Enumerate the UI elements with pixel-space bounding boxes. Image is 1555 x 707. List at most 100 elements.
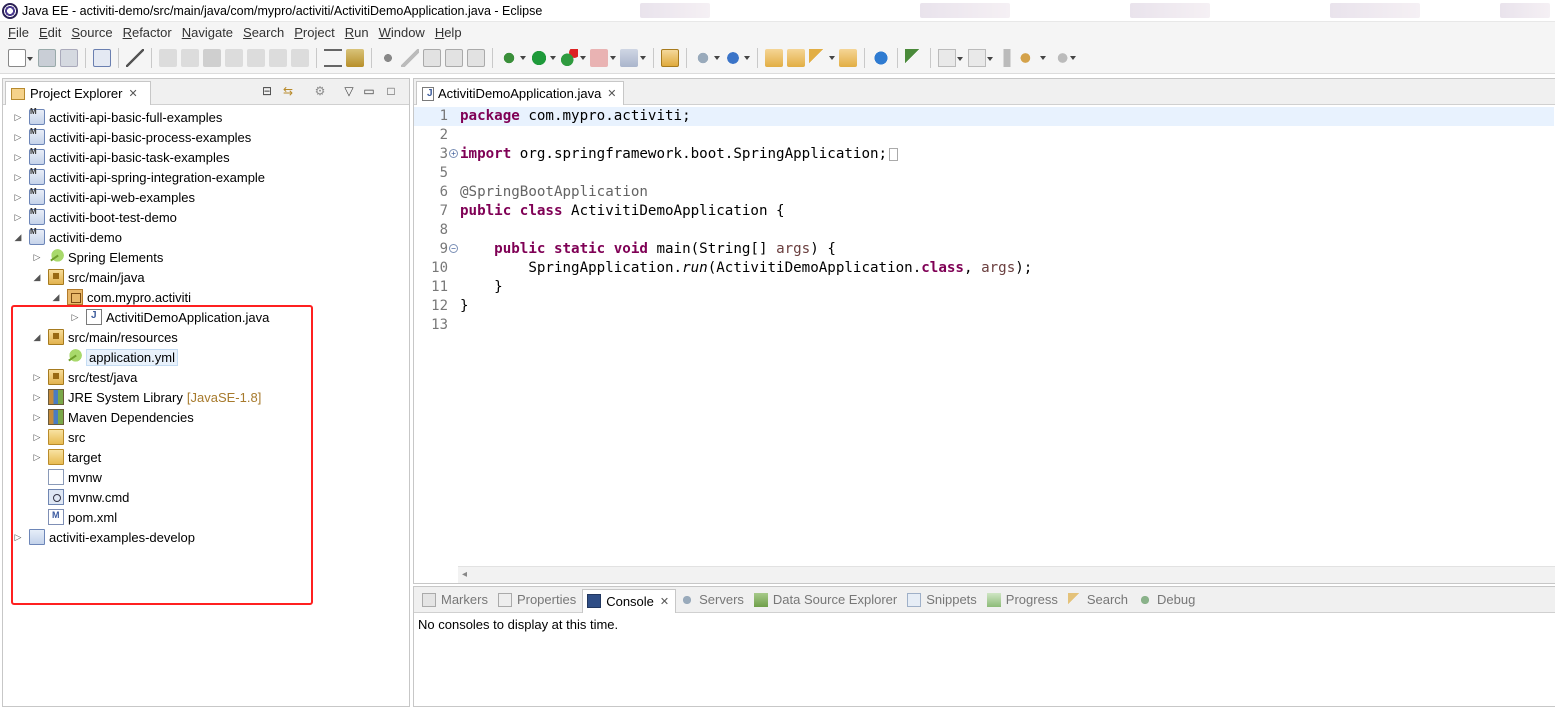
tab-editor-file[interactable]: ActivitiDemoApplication.java ✕ xyxy=(416,81,624,105)
use-step-filters-icon[interactable] xyxy=(346,48,364,67)
last-edit-icon[interactable] xyxy=(998,48,1016,67)
tree-item[interactable]: ▷activiti-boot-test-demo xyxy=(3,207,409,227)
globe-icon[interactable] xyxy=(872,48,890,67)
code-line: 10 SpringApplication.run(ActivitiDemoApp… xyxy=(431,260,1033,276)
run-external-icon[interactable] xyxy=(560,48,586,67)
collapse-arrow-icon[interactable]: ◢ xyxy=(32,272,42,282)
tab-markers[interactable]: Markers xyxy=(418,588,494,612)
maximize-icon[interactable]: □ xyxy=(384,84,398,98)
tree-item[interactable]: ◢ com.mypro.activiti xyxy=(3,287,409,307)
coverage-icon[interactable] xyxy=(620,48,646,67)
tree-item[interactable]: ◢activiti-demo xyxy=(3,227,409,247)
collapse-arrow-icon[interactable]: ◢ xyxy=(51,292,61,302)
code-area[interactable]: 1 package com.mypro.activiti; 2 3 + import … xyxy=(414,107,1554,335)
step-return-icon[interactable] xyxy=(291,48,309,67)
tree-item[interactable]: ▷activiti-api-spring-integration-example xyxy=(3,167,409,187)
open-type-icon[interactable] xyxy=(765,48,783,67)
code-line: 11 } xyxy=(431,279,503,295)
scroll-left-icon[interactable]: ◂ xyxy=(462,569,467,580)
expand-arrow-icon[interactable]: ▷ xyxy=(13,112,23,122)
terminate-icon[interactable] xyxy=(203,48,221,67)
stop-icon[interactable] xyxy=(590,48,616,67)
tab-search[interactable]: Search xyxy=(1064,588,1134,612)
expand-arrow-icon[interactable]: ▷ xyxy=(32,252,42,262)
pen-icon[interactable] xyxy=(401,48,419,67)
menu-window[interactable]: Window xyxy=(375,25,431,40)
view-menu-icon[interactable]: ▽ xyxy=(342,84,356,98)
collapse-arrow-icon[interactable]: ◢ xyxy=(13,232,23,242)
copy-icon[interactable] xyxy=(423,48,441,67)
step-over-icon[interactable] xyxy=(269,48,287,67)
prev-annotation-icon[interactable] xyxy=(968,48,993,67)
save-all-icon[interactable] xyxy=(60,48,78,67)
next-annotation-icon[interactable] xyxy=(938,48,963,67)
tab-snippets[interactable]: Snippets xyxy=(903,588,983,612)
minimize-icon[interactable]: ▭ xyxy=(362,84,376,98)
tree-item[interactable]: ▷activiti-api-basic-full-examples xyxy=(3,107,409,127)
collapse-fold-icon[interactable]: − xyxy=(449,244,458,253)
close-icon[interactable]: ✕ xyxy=(128,87,137,100)
forward-icon[interactable] xyxy=(1050,48,1076,67)
expand-arrow-icon[interactable]: ▷ xyxy=(13,192,23,202)
console-message: No consoles to display at this time. xyxy=(418,617,619,632)
new-class-icon[interactable] xyxy=(724,48,750,67)
terminal-icon[interactable] xyxy=(93,48,111,67)
tab-servers[interactable]: Servers xyxy=(676,588,750,612)
new-icon[interactable] xyxy=(8,48,33,67)
menu-source[interactable]: Source xyxy=(67,25,118,40)
tree-item[interactable]: ▷activiti-api-web-examples xyxy=(3,187,409,207)
tree-item[interactable]: ◢ src/main/java xyxy=(3,267,409,287)
paste-icon[interactable] xyxy=(445,48,463,67)
close-icon[interactable]: ✕ xyxy=(660,595,669,608)
tab-properties[interactable]: Properties xyxy=(494,588,582,612)
menu-run[interactable]: Run xyxy=(341,25,375,40)
expand-arrow-icon[interactable]: ▷ xyxy=(13,152,23,162)
filter-icon[interactable]: ⚙ xyxy=(313,84,327,98)
tab-data-source-explorer[interactable]: Data Source Explorer xyxy=(750,588,903,612)
pin-icon[interactable] xyxy=(379,48,397,67)
run-icon[interactable] xyxy=(530,48,556,67)
blurred-tab xyxy=(640,3,710,18)
step-into-icon[interactable] xyxy=(247,48,265,67)
expand-arrow-icon[interactable]: ▷ xyxy=(13,172,23,182)
menu-project[interactable]: Project xyxy=(290,25,340,40)
menu-navigate[interactable]: Navigate xyxy=(178,25,239,40)
code-line: 2 xyxy=(439,127,448,143)
tab-progress[interactable]: Progress xyxy=(983,588,1064,612)
search-flashlight-icon[interactable] xyxy=(809,48,835,67)
link-with-editor-icon[interactable]: ⇆ xyxy=(281,84,295,98)
bottom-tabbar: Markers Properties Console ✕ Servers Data… xyxy=(414,587,1555,613)
save-icon[interactable] xyxy=(38,48,56,67)
debug-icon[interactable] xyxy=(500,48,526,67)
menu-help[interactable]: Help xyxy=(431,25,468,40)
tab-console[interactable]: Console ✕ xyxy=(582,588,677,613)
menu-search[interactable]: Search xyxy=(239,25,290,40)
resume-icon[interactable] xyxy=(159,48,177,67)
drop-to-frame-icon[interactable] xyxy=(324,48,342,67)
expand-arrow-icon[interactable]: ▷ xyxy=(13,212,23,222)
open-folder-icon[interactable] xyxy=(787,48,805,67)
expand-arrow-icon[interactable]: ▷ xyxy=(13,132,23,142)
tab-debug[interactable]: Debug xyxy=(1134,588,1201,612)
suspend-icon[interactable] xyxy=(181,48,199,67)
back-icon[interactable] xyxy=(1020,48,1046,67)
skip-breakpoints-icon[interactable] xyxy=(126,48,144,67)
menu-edit[interactable]: Edit xyxy=(35,25,67,40)
menu-file[interactable]: File xyxy=(4,25,35,40)
sheet-icon[interactable] xyxy=(467,48,485,67)
tab-project-explorer[interactable]: Project Explorer ✕ xyxy=(5,81,151,105)
menu-refactor[interactable]: Refactor xyxy=(119,25,178,40)
close-icon[interactable]: ✕ xyxy=(607,87,616,100)
expand-fold-icon[interactable]: + xyxy=(449,149,458,158)
annotation-nav-icon[interactable] xyxy=(905,48,923,67)
horizontal-scrollbar[interactable]: ◂ xyxy=(458,566,1555,583)
tree-item[interactable]: ▷activiti-api-basic-process-examples xyxy=(3,127,409,147)
open-task-icon[interactable] xyxy=(839,48,857,67)
new-server-icon[interactable] xyxy=(661,48,679,67)
tree-item[interactable]: ▷activiti-api-basic-task-examples xyxy=(3,147,409,167)
new-java-project-icon[interactable] xyxy=(694,48,720,67)
collapse-all-icon[interactable]: ⊟ xyxy=(260,84,274,98)
code-line: 3 + import org.springframework.boot.Spring… xyxy=(414,145,1554,164)
disconnect-icon[interactable] xyxy=(225,48,243,67)
tree-item[interactable]: ▷ Spring Elements xyxy=(3,247,409,267)
